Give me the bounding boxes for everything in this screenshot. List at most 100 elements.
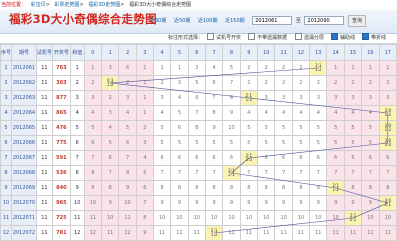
- miss-count-cell: 7: [204, 90, 224, 106]
- miss-count-cell: 9: [204, 195, 224, 211]
- miss-count-cell: 1: [170, 60, 189, 76]
- miss-count-cell: 6: [83, 135, 103, 151]
- miss-count-cell: 8: [152, 180, 172, 196]
- miss-count-cell: 7: [204, 165, 224, 181]
- miss-count-cell: 8: [83, 165, 103, 181]
- miss-count-cell: 5: [100, 135, 120, 151]
- miss-count-cell: 1: [343, 60, 363, 76]
- miss-count-cell: 11: [152, 225, 172, 241]
- to-period-input[interactable]: [304, 16, 345, 25]
- hit-ratio: 1:2: [384, 127, 391, 132]
- miss-count-cell: 8: [170, 180, 189, 196]
- page-title: 福彩3D大小奇偶综合走势图: [9, 12, 157, 26]
- option-label: 辅助线: [340, 35, 356, 41]
- option-trial-number[interactable]: 试机号开奖: [207, 33, 241, 43]
- hit-ratio: 1:2: [315, 67, 322, 72]
- miss-count-cell: 7: [309, 165, 328, 181]
- miss-count-cell: 3: [291, 90, 311, 106]
- row-trial: 11: [35, 60, 53, 76]
- row-draw-number: 781: [51, 225, 71, 241]
- miss-count-cell: 1: [135, 75, 154, 91]
- option-polyline[interactable]: 带折线: [362, 33, 386, 43]
- miss-count-cell: 2: [378, 75, 397, 91]
- miss-count-cell: 6: [170, 120, 189, 136]
- miss-count-cell: 6: [326, 150, 345, 166]
- table-row: 5 2012065 11 476 5 5 4 5 2 5 6 8 9 10 5 5 5 5 5 5 5 5 3:0 1:2: [0, 120, 397, 136]
- miss-count-cell: 7: [83, 150, 103, 166]
- miss-count-cell: 10: [187, 210, 206, 226]
- miss-count-cell: 1: [135, 90, 154, 106]
- miss-count-cell: 5: [170, 135, 189, 151]
- miss-count-cell: 6: [118, 60, 137, 76]
- miss-count-cell: 7: [274, 165, 293, 181]
- link-last-50[interactable]: 近50期: [174, 18, 190, 24]
- row-sum: 10: [69, 195, 85, 211]
- breadcrumb-3d-charts[interactable]: 福彩3D走势图: [88, 2, 120, 8]
- checkbox-icon[interactable]: [207, 33, 214, 40]
- miss-count-cell: 4: [309, 105, 328, 121]
- miss-count-cell: 3: [309, 90, 328, 106]
- trend-hit-cell: 0:3 1:2: [100, 75, 120, 91]
- checkbox-checked-icon[interactable]: [362, 33, 369, 40]
- row-sum: 1: [69, 60, 85, 76]
- miss-count-cell: 9: [204, 120, 224, 136]
- miss-count-cell: 6: [309, 150, 328, 166]
- miss-count-cell: 6: [343, 150, 363, 166]
- query-button[interactable]: 查询: [348, 15, 367, 27]
- miss-count-cell: 5: [257, 135, 276, 151]
- miss-count-cell: 2: [135, 120, 154, 136]
- miss-count-cell: 10: [100, 210, 120, 226]
- header-column-1: 1: [100, 44, 120, 61]
- miss-count-cell: 4: [343, 105, 363, 121]
- row-period: 2012064: [11, 105, 37, 121]
- row-seq: 1: [0, 60, 13, 76]
- link-last-100[interactable]: 近100期: [198, 18, 218, 24]
- miss-count-cell: 1: [378, 60, 397, 76]
- option-guide-line[interactable]: 辅助线: [331, 33, 355, 43]
- miss-count-cell: 10: [361, 210, 380, 226]
- miss-count-cell: 2: [239, 75, 259, 91]
- option-no-miss-data[interactable]: 不带遗漏数据: [248, 33, 287, 43]
- miss-count-cell: 8: [361, 180, 380, 196]
- from-period-input[interactable]: [252, 16, 293, 25]
- header-column-15: 15: [343, 44, 363, 61]
- checkbox-checked-icon[interactable]: [331, 33, 338, 40]
- hit-ratio: 3:0: [384, 142, 391, 147]
- miss-count-cell: 7: [257, 165, 276, 181]
- miss-count-cell: 11: [100, 225, 120, 241]
- miss-count-cell: 9: [326, 195, 345, 211]
- miss-count-cell: 10: [309, 210, 328, 226]
- miss-count-cell: 5: [361, 120, 380, 136]
- link-last-150[interactable]: 近150期: [225, 18, 245, 24]
- row-sum: 12: [69, 225, 85, 241]
- table-row: 2 2012062 11 303 2 2 0:3 1:2 2 1 2 3 5 6 7 2 2 2 2 2 2 2 2 2: [0, 75, 397, 91]
- miss-count-cell: 10: [222, 120, 241, 136]
- row-trial: 11: [35, 105, 53, 121]
- breadcrumb-home[interactable]: 彩宝贝: [31, 2, 46, 8]
- table-row: 6 2012066 11 775 6 6 5 6 3 5 5 5 5 5 5 5 5 5 5 5 5 5 3:0 3:0: [0, 135, 397, 151]
- miss-count-cell: 5: [118, 120, 137, 136]
- miss-count-cell: 10: [118, 195, 137, 211]
- miss-count-cell: 10: [274, 210, 293, 226]
- header-seq: 序号: [0, 44, 13, 61]
- option-label: 试机号开奖: [216, 35, 242, 41]
- option-miss-layer[interactable]: 遗漏分层: [295, 33, 324, 43]
- miss-count-cell: 6: [274, 150, 293, 166]
- checkbox-icon[interactable]: [295, 33, 302, 40]
- row-seq: 8: [0, 165, 13, 181]
- row-seq: 2: [0, 75, 13, 91]
- breadcrumb-separator: >: [79, 2, 84, 8]
- miss-count-cell: 6: [204, 150, 224, 166]
- miss-count-cell: 7: [152, 165, 172, 181]
- row-draw-number: 965: [51, 195, 71, 211]
- breadcrumb-charts[interactable]: 彩票走势图: [54, 2, 79, 8]
- checkbox-icon[interactable]: [248, 33, 255, 40]
- miss-count-cell: 6: [170, 150, 189, 166]
- table-row: 10 2012070 11 965 10 10 9 10 7 9 9 9 9 9 9 9 9 9 9 9 9 9 3:0 2:…: [0, 195, 397, 211]
- miss-count-cell: 1: [326, 60, 345, 76]
- link-last-30[interactable]: 近30期: [150, 18, 166, 24]
- miss-count-cell: 1: [135, 60, 154, 76]
- miss-count-cell: 4: [239, 105, 259, 121]
- header-column-2: 2: [118, 44, 137, 61]
- row-trial: 11: [35, 225, 53, 241]
